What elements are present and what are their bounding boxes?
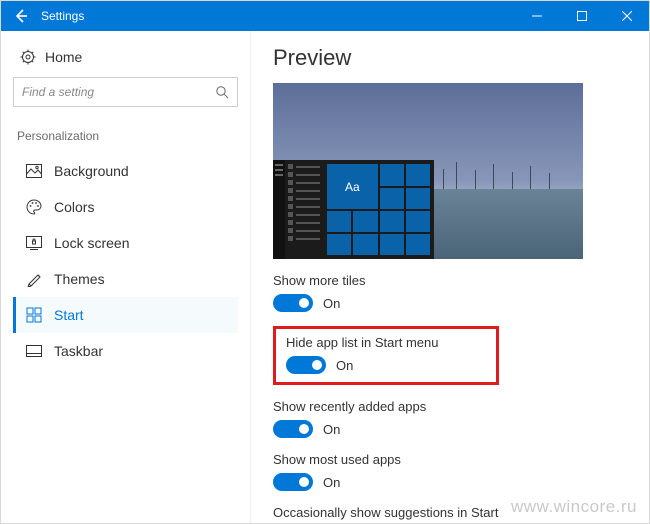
toggle-recently-added[interactable] — [273, 420, 313, 438]
search-icon — [215, 85, 229, 99]
gear-icon — [17, 49, 39, 65]
themes-icon — [22, 271, 46, 287]
close-icon — [622, 11, 632, 21]
sidebar-item-label: Taskbar — [54, 343, 103, 359]
sidebar-item-label: Background — [54, 163, 129, 179]
sidebar-item-lock-screen[interactable]: Lock screen — [13, 225, 238, 261]
minimize-button[interactable] — [514, 1, 559, 31]
taskbar-icon — [22, 345, 46, 357]
sidebar-item-background[interactable]: Background — [13, 153, 238, 189]
search-input[interactable]: Find a setting — [13, 77, 238, 107]
title-bar: Settings — [1, 1, 649, 31]
sidebar-item-label: Start — [54, 307, 84, 323]
setting-label: Show recently added apps — [273, 399, 649, 414]
sidebar-item-label: Lock screen — [54, 235, 129, 251]
page-title: Preview — [273, 45, 649, 71]
toggle-most-used[interactable] — [273, 473, 313, 491]
sidebar-item-label: Colors — [54, 199, 94, 215]
start-menu-preview: Aa — [273, 160, 434, 259]
start-preview-image: Aa — [273, 83, 583, 259]
picture-icon — [22, 164, 46, 178]
setting-recently-added: Show recently added apps On — [273, 399, 649, 438]
sidebar: Home Find a setting Personalization Back… — [1, 31, 251, 523]
setting-label: Show more tiles — [273, 273, 649, 288]
lockscreen-icon — [22, 236, 46, 250]
maximize-icon — [577, 11, 587, 21]
category-label: Personalization — [13, 129, 238, 143]
home-button[interactable]: Home — [13, 43, 238, 71]
toggle-state: On — [336, 358, 353, 373]
home-label: Home — [45, 49, 82, 65]
setting-hide-app-list: Hide app list in Start menu On — [286, 335, 486, 374]
setting-label: Hide app list in Start menu — [286, 335, 486, 350]
arrow-left-icon — [13, 8, 29, 24]
toggle-state: On — [323, 296, 340, 311]
sidebar-item-taskbar[interactable]: Taskbar — [13, 333, 238, 369]
back-button[interactable] — [1, 1, 41, 31]
setting-most-used: Show most used apps On — [273, 452, 649, 491]
main-panel: Preview — [251, 31, 649, 523]
sidebar-item-start[interactable]: Start — [13, 297, 238, 333]
maximize-button[interactable] — [559, 1, 604, 31]
sidebar-item-colors[interactable]: Colors — [13, 189, 238, 225]
toggle-state: On — [323, 475, 340, 490]
setting-show-more-tiles: Show more tiles On — [273, 273, 649, 312]
palette-icon — [22, 199, 46, 215]
search-placeholder: Find a setting — [22, 85, 215, 99]
setting-label: Show most used apps — [273, 452, 649, 467]
preview-tile-aa: Aa — [327, 164, 378, 208]
close-button[interactable] — [604, 1, 649, 31]
toggle-show-more-tiles[interactable] — [273, 294, 313, 312]
toggle-hide-app-list[interactable] — [286, 356, 326, 374]
highlight-annotation: Hide app list in Start menu On — [273, 326, 499, 385]
client-area: Home Find a setting Personalization Back… — [1, 31, 649, 523]
sidebar-item-themes[interactable]: Themes — [13, 261, 238, 297]
toggle-state: On — [323, 422, 340, 437]
minimize-icon — [532, 11, 542, 21]
window-title: Settings — [41, 9, 84, 23]
start-icon — [22, 307, 46, 323]
window-controls — [514, 1, 649, 31]
watermark: www.wincore.ru — [511, 497, 637, 517]
sidebar-item-label: Themes — [54, 271, 105, 287]
